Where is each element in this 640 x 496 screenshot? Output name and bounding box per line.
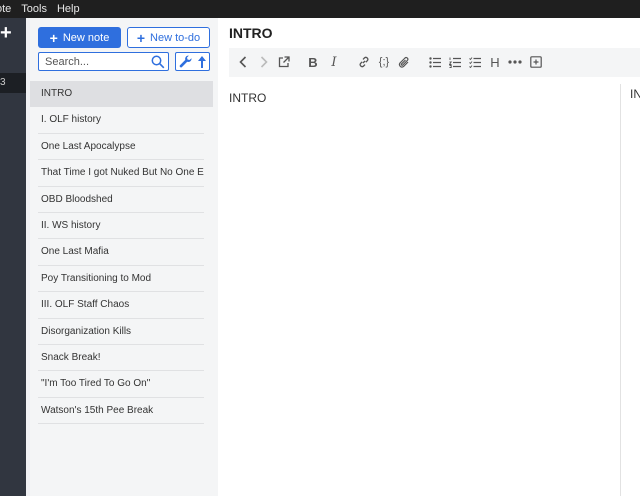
- heading-icon[interactable]: H: [489, 55, 501, 70]
- note-item[interactable]: Snack Break!: [38, 345, 204, 372]
- checklist-icon[interactable]: [468, 55, 482, 69]
- viewer-preview: IN: [630, 87, 640, 101]
- editor-viewer-divider[interactable]: [620, 84, 621, 496]
- plus-icon: +: [136, 29, 146, 46]
- note-item[interactable]: That Time I got Nuked But No One Else Di…: [38, 160, 204, 187]
- back-arrow-icon[interactable]: [238, 55, 248, 69]
- new-todo-button[interactable]: + New to-do: [127, 27, 210, 48]
- search-icon[interactable]: [151, 55, 165, 69]
- note-item-selected[interactable]: INTRO: [30, 81, 213, 108]
- note-item[interactable]: OBD Bloodshed: [38, 187, 204, 213]
- new-note-label: New note: [62, 31, 110, 44]
- external-editor-icon[interactable]: [277, 55, 291, 69]
- note-list: INTRO I. OLF history One Last Apocalypse Th…: [30, 81, 213, 425]
- note-item[interactable]: I. OLF history: [38, 107, 204, 134]
- menu-note[interactable]: ote: [0, 3, 16, 15]
- bulleted-list-icon[interactable]: [428, 55, 442, 69]
- note-item[interactable]: Disorganization Kills: [38, 319, 204, 345]
- note-item[interactable]: II. WS history: [38, 213, 204, 240]
- note-list-panel: + New note + New to-do INTROI. OLF histo…: [30, 18, 218, 496]
- note-item[interactable]: Watson's 15th Pee Break: [38, 398, 204, 425]
- search-input[interactable]: [39, 53, 149, 70]
- note-item[interactable]: "I'm Too Tired To Go On": [38, 371, 204, 398]
- note-item[interactable]: Poy Transitioning to Mod: [38, 266, 204, 293]
- attachment-icon[interactable]: [397, 55, 411, 69]
- editor-body[interactable]: INTRO: [229, 91, 266, 105]
- italic-icon[interactable]: I: [328, 55, 340, 70]
- menu-help[interactable]: Help: [52, 3, 85, 15]
- more-icon[interactable]: [507, 55, 523, 69]
- search-box: [38, 52, 169, 71]
- menu-tools[interactable]: Tools: [16, 3, 52, 15]
- sort-arrow-up-icon[interactable]: [196, 55, 208, 69]
- menu-bar: ote Tools Help: [0, 0, 640, 18]
- wrench-icon[interactable]: [179, 55, 193, 69]
- note-item[interactable]: III. OLF Staff Chaos: [38, 292, 204, 319]
- note-title[interactable]: INTRO: [229, 25, 273, 41]
- forward-arrow-icon[interactable]: [259, 55, 269, 69]
- numbered-list-icon[interactable]: [448, 55, 462, 69]
- note-item[interactable]: One Last Mafia: [38, 239, 204, 266]
- new-note-button[interactable]: + New note: [38, 27, 121, 48]
- plus-icon: +: [49, 29, 58, 46]
- note-item[interactable]: One Last Apocalypse: [38, 134, 204, 161]
- sidebar: + 3: [0, 18, 26, 496]
- editor-toolbar: B I {;} H: [229, 48, 640, 77]
- add-notebook-icon[interactable]: +: [0, 24, 18, 42]
- new-todo-label: New to-do: [150, 31, 201, 44]
- code-icon[interactable]: {;}: [375, 55, 393, 69]
- bold-icon[interactable]: B: [307, 55, 319, 70]
- sort-toggle-button[interactable]: [175, 52, 210, 71]
- editor-panel: INTRO B I {;} H INTRO IN: [218, 18, 640, 496]
- insert-date-icon[interactable]: [529, 55, 543, 69]
- sidebar-selected-item[interactable]: 3: [0, 73, 26, 93]
- link-icon[interactable]: [357, 55, 371, 69]
